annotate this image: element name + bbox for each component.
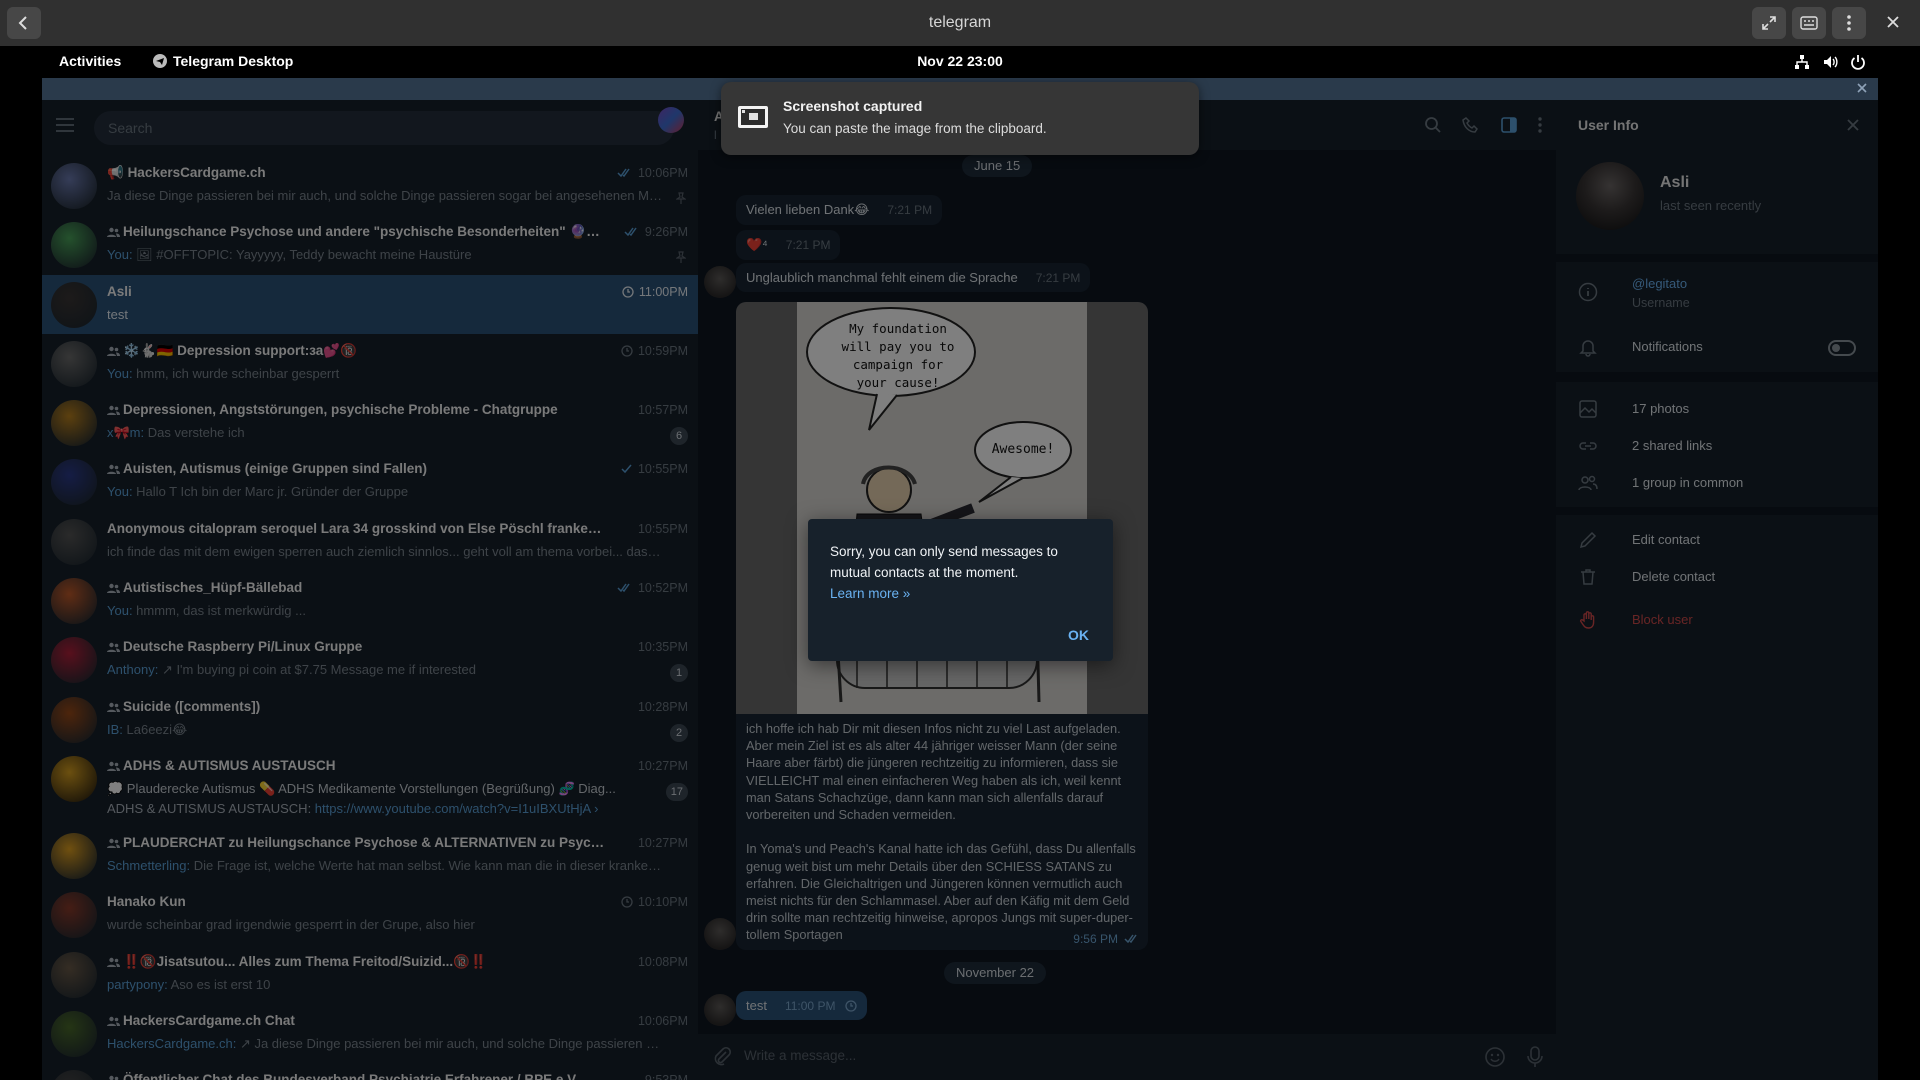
notification-title: Screenshot captured: [783, 98, 923, 114]
network-icon: [1795, 55, 1809, 69]
keyboard-button[interactable]: [1792, 7, 1826, 39]
banner-close-button[interactable]: [1856, 82, 1868, 94]
close-icon: [1887, 16, 1899, 28]
system-notification[interactable]: Screenshot captured You can paste the im…: [721, 82, 1199, 155]
power-icon: [1851, 55, 1865, 70]
window-menu-button[interactable]: [1832, 7, 1866, 39]
clock[interactable]: Nov 22 23:00: [0, 53, 1920, 69]
ok-button[interactable]: OK: [1068, 627, 1089, 643]
window-titlebar: telegram: [0, 0, 1920, 46]
dialog-message: Sorry, you can only send messages to mut…: [830, 541, 1090, 604]
system-tray[interactable]: [1794, 54, 1866, 70]
close-icon: [1857, 83, 1867, 93]
keyboard-icon: [1800, 16, 1818, 30]
system-topbar: Activities Telegram Desktop Nov 22 23:00: [0, 46, 1920, 78]
learn-more-link[interactable]: Learn more »: [830, 586, 910, 601]
expand-icon: [1762, 16, 1776, 30]
window-close-button[interactable]: [1886, 15, 1900, 29]
kebab-menu-icon: [1847, 15, 1851, 31]
fullscreen-button[interactable]: [1752, 7, 1786, 39]
screenshot-icon: [738, 106, 768, 128]
window-title: telegram: [928, 14, 992, 31]
alert-dialog: Sorry, you can only send messages to mut…: [808, 519, 1113, 661]
volume-icon: [1824, 56, 1838, 68]
notification-body: You can paste the image from the clipboa…: [783, 121, 1047, 136]
dialog-text: Sorry, you can only send messages to mut…: [830, 544, 1058, 580]
